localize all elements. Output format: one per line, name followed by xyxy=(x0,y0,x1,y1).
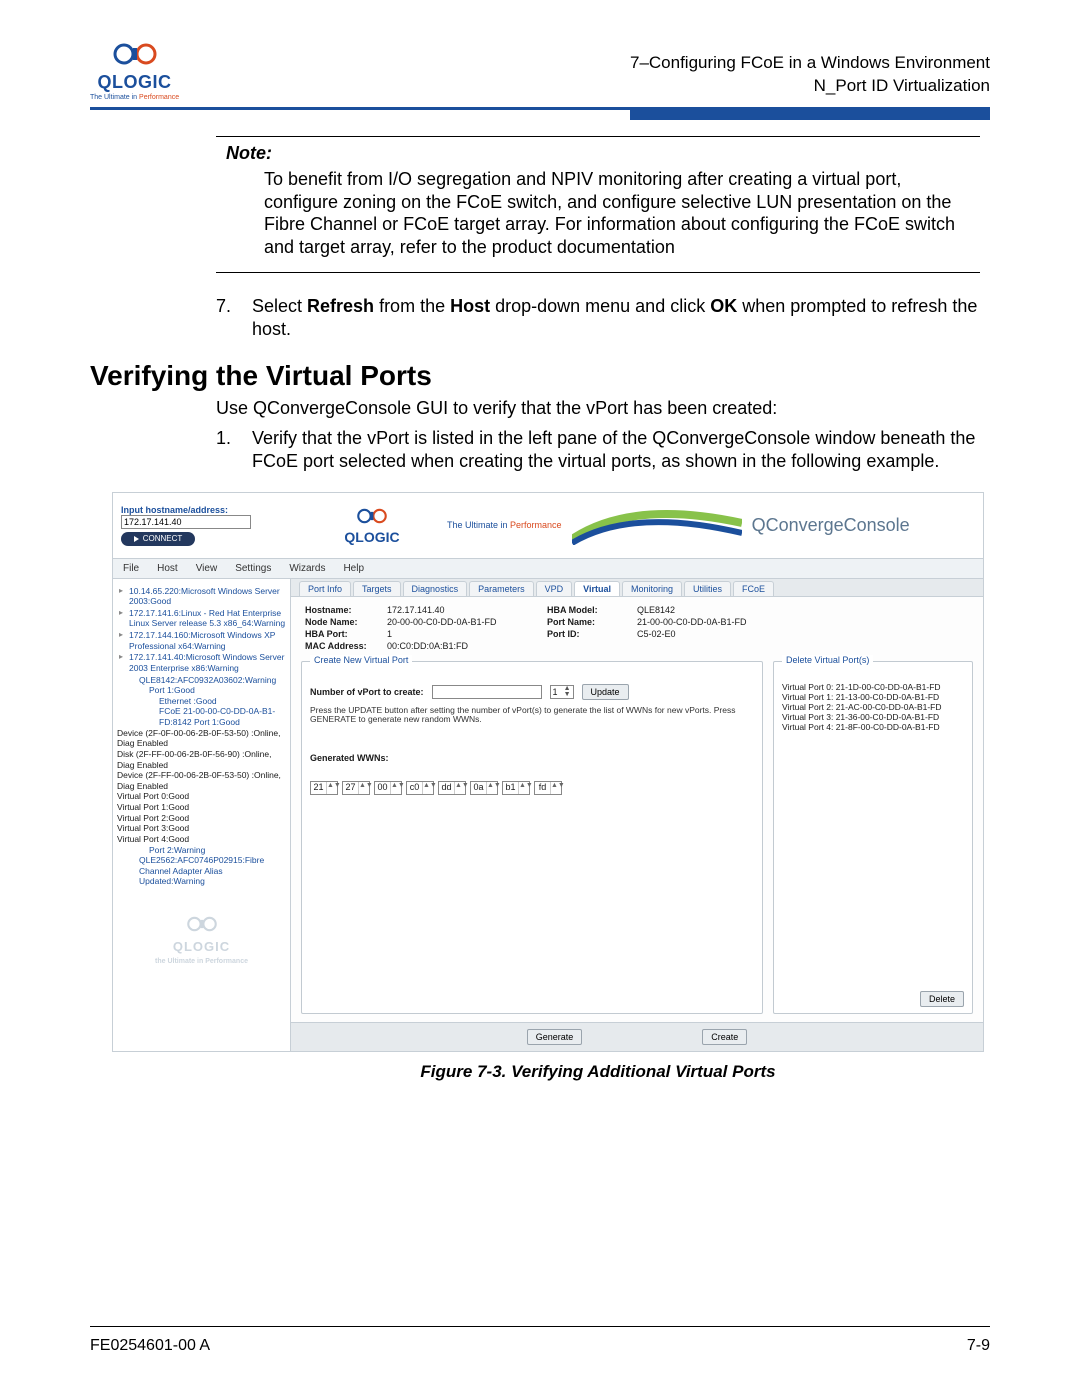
delete-vport-panel: Delete Virtual Port(s) Virtual Port 0: 2… xyxy=(773,661,973,1014)
vport-list-item[interactable]: Virtual Port 0: 21-1D-00-C0-DD-0A-B1-FD xyxy=(782,682,964,692)
tree-item[interactable]: Virtual Port 1:Good xyxy=(117,802,286,813)
note-title: Note: xyxy=(226,143,970,164)
qlogic-glyph-icon xyxy=(110,38,160,70)
tree-item[interactable]: 10.14.65.220:Microsoft Windows Server 20… xyxy=(129,586,286,607)
tab-targets[interactable]: Targets xyxy=(353,581,401,596)
create-vport-panel: Create New Virtual Port Number of vPort … xyxy=(301,661,763,1014)
qlogic-glyph-icon xyxy=(354,505,390,527)
vport-list-item[interactable]: Virtual Port 3: 21-36-00-C0-DD-0A-B1-FD xyxy=(782,712,964,722)
section-title: Verifying the Virtual Ports xyxy=(90,360,980,392)
menu-host[interactable]: Host xyxy=(157,563,178,574)
menu-view[interactable]: View xyxy=(196,563,218,574)
hostname-label: Input hostname/address: xyxy=(121,505,297,515)
watermark: QLOGIC the Ultimate in Performance xyxy=(117,913,286,966)
create-button[interactable]: Create xyxy=(702,1029,747,1045)
tab-port-info[interactable]: Port Info xyxy=(299,581,351,596)
tree-pane[interactable]: 10.14.65.220:Microsoft Windows Server 20… xyxy=(113,579,291,1051)
app-title: QConvergeConsole xyxy=(752,515,910,536)
logo-text: QLOGIC xyxy=(90,72,179,93)
port-info-grid: Hostname:172.17.141.40 HBA Model:QLE8142… xyxy=(291,597,983,661)
tree-item[interactable]: Virtual Port 3:Good xyxy=(117,823,286,834)
tab-fcoe[interactable]: FCoE xyxy=(733,581,774,596)
tree-item[interactable]: Disk (2F-FF-00-06-2B-0F-56-90) :Online, … xyxy=(117,749,286,770)
tree-item[interactable]: Virtual Port 2:Good xyxy=(117,813,286,824)
tab-vpd[interactable]: VPD xyxy=(536,581,573,596)
page-footer: FE0254601-00 A 7-9 xyxy=(90,1337,990,1355)
note-body: To benefit from I/O segregation and NPIV… xyxy=(226,168,970,258)
generate-button[interactable]: Generate xyxy=(527,1029,583,1045)
vport-count-label: Number of vPort to create: xyxy=(310,687,424,697)
page-heading: 7–Configuring FCoE in a Windows Environm… xyxy=(630,38,990,98)
tabstrip: Port Info Targets Diagnostics Parameters… xyxy=(291,579,983,597)
menu-settings[interactable]: Settings xyxy=(235,563,271,574)
wwn-row: 21▲▼ 27▲▼ 00▲▼ c0▲▼ dd▲▼ 0a▲▼ b1▲▼ fd▲▼ xyxy=(310,781,754,795)
tree-item[interactable]: 172.17.144.160:Microsoft Windows XP Prof… xyxy=(129,630,286,651)
header-rule xyxy=(90,107,990,110)
hostname-input[interactable] xyxy=(121,515,251,529)
step-1: 1. Verify that the vPort is listed in th… xyxy=(216,427,980,474)
qconvergeconsole-screenshot: Input hostname/address: CONNECT QLOGIC T… xyxy=(112,492,984,1052)
tree-item[interactable]: 172.17.141.6:Linux - Red Hat Enterprise … xyxy=(129,608,286,629)
tab-diagnostics[interactable]: Diagnostics xyxy=(403,581,468,596)
step-7: 7. Select Refresh from the Host drop-dow… xyxy=(216,295,980,342)
tree-item[interactable]: FCoE 21-00-00-C0-DD-0A-B1-FD:8142 Port 1… xyxy=(159,706,286,727)
update-button[interactable]: Update xyxy=(582,684,629,700)
vport-list-item[interactable]: Virtual Port 2: 21-AC-00-C0-DD-0A-B1-FD xyxy=(782,702,964,712)
hint-text: Press the UPDATE button after setting th… xyxy=(310,706,754,726)
vport-list-item[interactable]: Virtual Port 4: 21-8F-00-C0-DD-0A-B1-FD xyxy=(782,722,964,732)
brand-logo: QLOGIC xyxy=(307,505,437,545)
tree-item[interactable]: Device (2F-FF-00-06-2B-0F-53-50) :Online… xyxy=(117,770,286,791)
menubar: File Host View Settings Wizards Help xyxy=(113,559,983,579)
section-intro: Use QConvergeConsole GUI to verify that … xyxy=(216,398,980,419)
page-number: 7-9 xyxy=(967,1337,990,1355)
menu-help[interactable]: Help xyxy=(343,563,364,574)
doc-number: FE0254601-00 A xyxy=(90,1337,210,1355)
tree-item[interactable]: Port 1:Good xyxy=(149,685,286,696)
tree-item[interactable]: Virtual Port 4:Good xyxy=(117,834,286,845)
tab-parameters[interactable]: Parameters xyxy=(469,581,534,596)
vport-count-spinner[interactable]: 1▲▼ xyxy=(550,685,574,699)
tree-item[interactable]: Port 2:Warning xyxy=(149,845,286,856)
figure-caption: Figure 7-3. Verifying Additional Virtual… xyxy=(216,1062,980,1082)
connect-button[interactable]: CONNECT xyxy=(121,532,195,546)
brand-tagline: The Ultimate in Performance xyxy=(447,520,562,530)
menu-file[interactable]: File xyxy=(123,563,139,574)
note-box: Note: To benefit from I/O segregation an… xyxy=(216,136,980,273)
generated-wwns-label: Generated WWNs: xyxy=(310,753,754,763)
logo-subtitle: The Ultimate in Performance xyxy=(90,94,179,101)
vport-list[interactable]: Virtual Port 0: 21-1D-00-C0-DD-0A-B1-FDV… xyxy=(782,682,964,733)
footer-rule xyxy=(90,1326,990,1328)
tree-item[interactable]: 172.17.141.40:Microsoft Windows Server 2… xyxy=(129,652,286,673)
tab-monitoring[interactable]: Monitoring xyxy=(622,581,682,596)
tab-virtual[interactable]: Virtual xyxy=(574,581,620,596)
qlogic-logo: QLOGIC The Ultimate in Performance xyxy=(90,38,179,101)
tree-item[interactable]: QLE8142:AFC0932A03602:Warning xyxy=(139,675,286,686)
vport-count-input[interactable] xyxy=(432,685,542,699)
tab-utilities[interactable]: Utilities xyxy=(684,581,731,596)
tree-item[interactable]: Ethernet :Good xyxy=(159,696,286,707)
swoosh-icon xyxy=(572,505,742,545)
menu-wizards[interactable]: Wizards xyxy=(289,563,325,574)
tree-item[interactable]: Virtual Port 0:Good xyxy=(117,791,286,802)
delete-button[interactable]: Delete xyxy=(920,991,964,1007)
tree-item[interactable]: Device (2F-0F-00-06-2B-0F-53-50) :Online… xyxy=(117,728,286,749)
vport-list-item[interactable]: Virtual Port 1: 21-13-00-C0-DD-0A-B1-FD xyxy=(782,692,964,702)
tree-item[interactable]: QLE2562:AFC0746P02915:Fibre Channel Adap… xyxy=(139,855,286,887)
